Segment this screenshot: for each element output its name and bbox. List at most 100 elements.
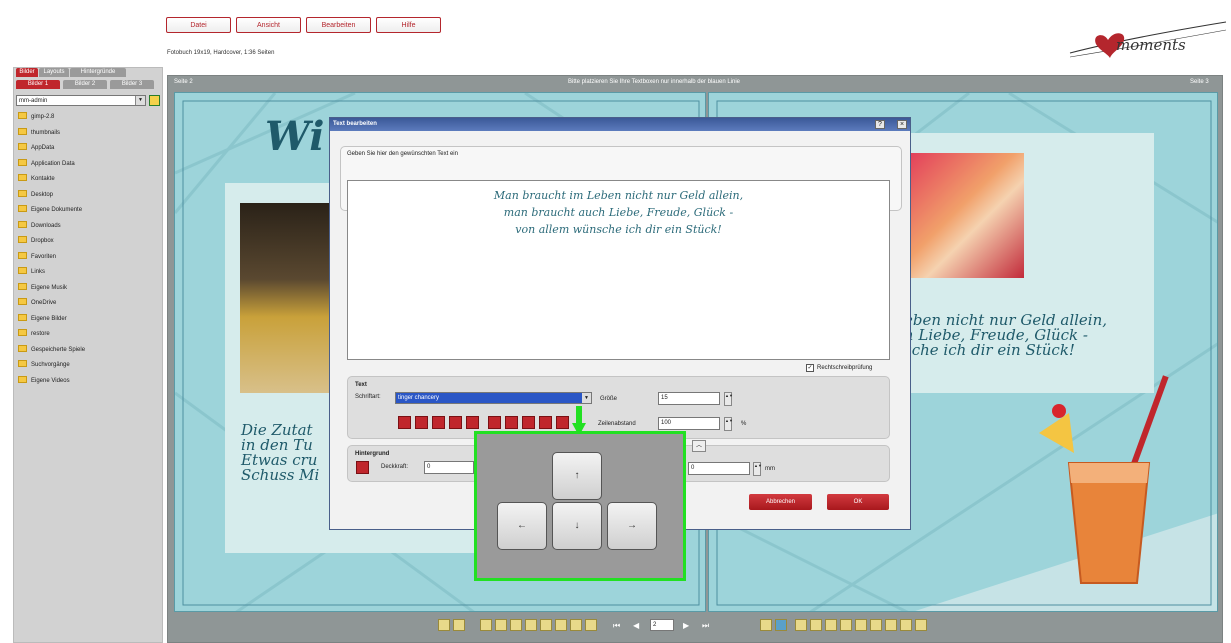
align-button[interactable]	[522, 416, 535, 429]
toolbar-button[interactable]	[570, 619, 582, 631]
color-button[interactable]	[556, 416, 569, 429]
align-button[interactable]	[539, 416, 552, 429]
folder-item[interactable]: Kontakte	[18, 174, 55, 184]
style-button[interactable]	[432, 416, 445, 429]
toolbar-button[interactable]	[453, 619, 465, 631]
folder-item[interactable]: OneDrive	[18, 298, 56, 308]
toolbar-button[interactable]	[510, 619, 522, 631]
margin-input[interactable]: 0	[688, 462, 750, 475]
folder-item[interactable]: restore	[18, 329, 50, 339]
folder-item[interactable]: AppData	[18, 143, 54, 153]
percent-label: %	[741, 421, 747, 427]
toolbar-button[interactable]	[585, 619, 597, 631]
style-button[interactable]	[449, 416, 462, 429]
style-button[interactable]	[415, 416, 428, 429]
opacity-input[interactable]: 0	[424, 461, 474, 474]
folder-item[interactable]: thumbnails	[18, 127, 60, 138]
subtab-bilder-1[interactable]: Bilder 1	[16, 80, 60, 89]
toolbar-button[interactable]	[825, 619, 837, 631]
menu-ansicht[interactable]: Ansicht	[236, 17, 301, 33]
background-color-button[interactable]	[356, 461, 369, 474]
help-icon[interactable]: ?	[875, 120, 885, 129]
tab-hintergruende[interactable]: Hintergründe	[70, 68, 126, 77]
folder-item[interactable]: Desktop	[18, 189, 53, 200]
toolbar-button[interactable]	[775, 619, 787, 631]
folder-up-icon[interactable]	[149, 95, 160, 106]
page-left-text[interactable]: Die Zutat in den Tu Etwas cru Schuss Mi	[241, 423, 319, 483]
folder-item[interactable]: Favoriten	[18, 251, 56, 262]
toolbar-button[interactable]	[495, 619, 507, 631]
style-button[interactable]	[466, 416, 479, 429]
folder-item[interactable]: Links	[18, 267, 45, 277]
style-button[interactable]	[398, 416, 411, 429]
menu-bearbeiten[interactable]: Bearbeiten	[306, 17, 371, 33]
subtab-bilder-3[interactable]: Bilder 3	[110, 80, 154, 89]
toolbar-button[interactable]	[885, 619, 897, 631]
linespacing-input[interactable]: 100	[658, 417, 720, 430]
folder-item[interactable]: gimp-2.8	[18, 112, 54, 122]
page-left-title[interactable]: Wi	[265, 113, 324, 160]
toolbar-button[interactable]	[840, 619, 852, 631]
folder-item[interactable]: Eigene Videos	[18, 375, 70, 386]
toolbar-button[interactable]	[855, 619, 867, 631]
folder-item[interactable]: Dropbox	[18, 236, 54, 246]
tab-layouts[interactable]: Layouts	[39, 68, 69, 77]
toolbar-button[interactable]	[438, 619, 450, 631]
menu-datei[interactable]: Datei	[166, 17, 231, 33]
toolbar-button[interactable]	[480, 619, 492, 631]
subtab-bilder-2[interactable]: Bilder 2	[63, 80, 107, 89]
size-input[interactable]: 15	[658, 392, 720, 405]
page-number-input[interactable]: 2	[650, 619, 674, 631]
last-page-icon[interactable]: ⏭	[702, 621, 709, 631]
drink-illustration[interactable]	[1029, 373, 1179, 593]
margin-stepper[interactable]: ▲▼	[753, 462, 762, 476]
text-input-area[interactable]: Man braucht im Leben nicht nur Geld alle…	[347, 180, 890, 360]
chevron-down-icon[interactable]: ▼	[135, 96, 145, 105]
font-label: Schriftart:	[355, 394, 381, 400]
folder-select[interactable]: mm-admin ▼	[16, 95, 146, 106]
mm-label: mm	[765, 466, 775, 472]
party-photo[interactable]	[904, 153, 1024, 278]
menu-hilfe[interactable]: Hilfe	[376, 17, 441, 33]
cocktail-photo[interactable]	[240, 203, 340, 393]
folder-item[interactable]: Eigene Bilder	[18, 313, 67, 324]
folder-item[interactable]: Eigene Dokumente	[18, 205, 82, 215]
folder-item[interactable]: Gespeicherte Spiele	[18, 344, 85, 355]
toolbar-button[interactable]	[810, 619, 822, 631]
chevron-down-icon[interactable]: ▼	[582, 393, 591, 403]
toolbar-button[interactable]	[525, 619, 537, 631]
folder-icon	[18, 127, 27, 135]
cancel-button[interactable]: Abbrechen	[749, 494, 812, 510]
bottom-toolbar: ⏮ ◀ 2 ▶ ⏭	[170, 613, 1220, 637]
dialog-title[interactable]: Text bearbeiten	[330, 118, 910, 131]
toolbar-button[interactable]	[760, 619, 772, 631]
font-select[interactable]: tinger chancery ▼	[395, 392, 592, 404]
folder-label: Eigene Videos	[31, 377, 70, 384]
spellcheck-checkbox[interactable]: ✓	[806, 364, 814, 372]
toolbar-button[interactable]	[795, 619, 807, 631]
toolbar-button[interactable]	[555, 619, 567, 631]
align-button[interactable]	[488, 416, 501, 429]
toolbar-button[interactable]	[870, 619, 882, 631]
close-icon[interactable]: ×	[897, 120, 907, 129]
align-button[interactable]	[505, 416, 518, 429]
toolbar-button[interactable]	[900, 619, 912, 631]
size-stepper[interactable]: ▲▼	[724, 392, 733, 406]
next-page-icon[interactable]: ▶	[683, 621, 689, 630]
ok-button[interactable]: OK	[827, 494, 889, 510]
linespacing-stepper[interactable]: ▲▼	[724, 417, 733, 431]
dialog-prompt: Geben Sie hier den gewünschten Text ein	[347, 151, 458, 157]
tab-bilder[interactable]: Bilder	[16, 68, 38, 77]
toolbar-button[interactable]	[915, 619, 927, 631]
first-page-icon[interactable]: ⏮	[613, 621, 620, 631]
folder-label: Suchvorgänge	[31, 362, 70, 368]
folder-item[interactable]: Eigene Musik	[18, 282, 67, 293]
arrow-down-key-icon: ↓	[552, 502, 602, 550]
toolbar-button[interactable]	[540, 619, 552, 631]
page-right-text[interactable]: eben nicht nur Geld allein, h Liebe, Fre…	[904, 313, 1107, 358]
folder-item[interactable]: Downloads	[18, 220, 61, 231]
folder-item[interactable]: Suchvorgänge	[18, 360, 70, 370]
prev-page-icon[interactable]: ◀	[633, 621, 639, 630]
folder-item[interactable]: Application Data	[18, 158, 75, 169]
chevron-up-icon[interactable]: ︿	[692, 440, 706, 452]
